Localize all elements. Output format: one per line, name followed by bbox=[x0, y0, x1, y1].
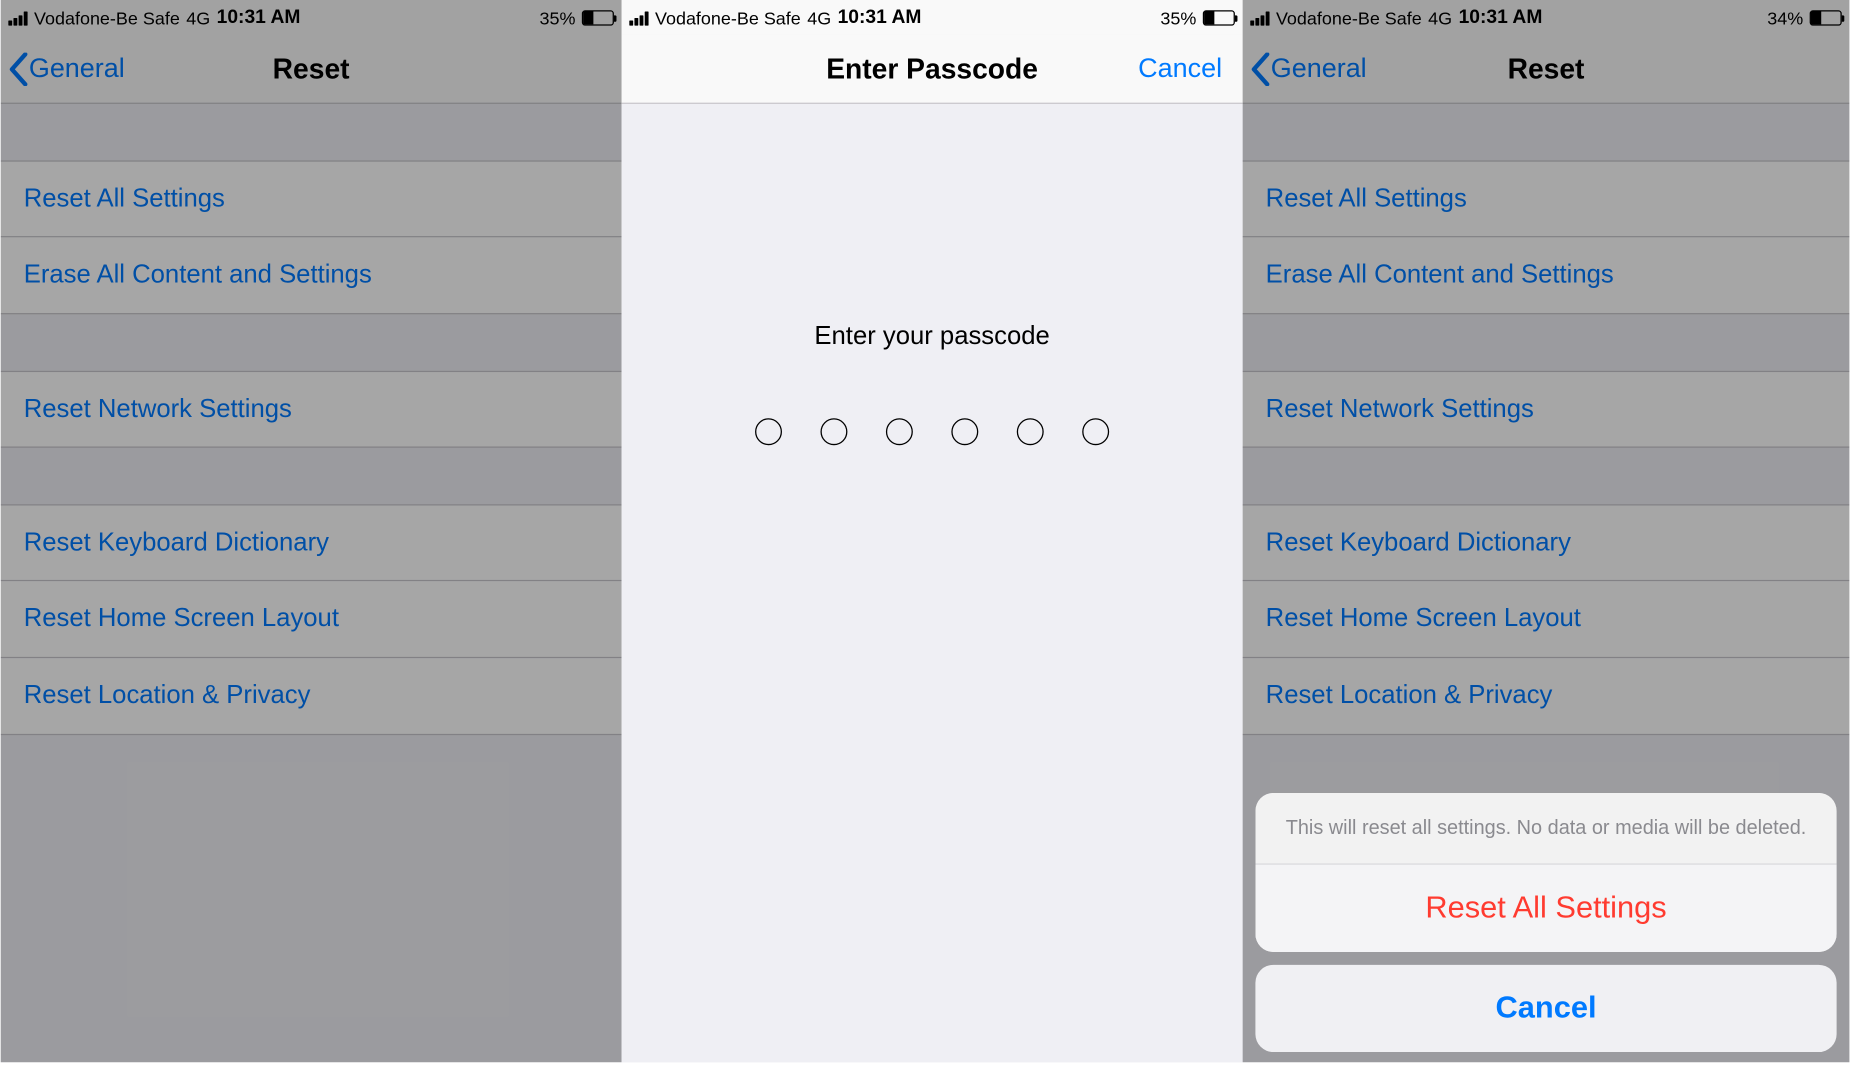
reset-location-row[interactable]: Reset Location & Privacy bbox=[1243, 658, 1850, 735]
network-label: 4G bbox=[807, 7, 831, 28]
clock-label: 10:31 AM bbox=[217, 6, 301, 28]
back-button[interactable]: General bbox=[8, 52, 124, 85]
status-bar: Vodafone-Be Safe 4G 10:31 AM 34% bbox=[1243, 0, 1850, 35]
erase-all-content-row[interactable]: Erase All Content and Settings bbox=[1, 237, 622, 314]
status-bar: Vodafone-Be Safe 4G 10:31 AM 35% bbox=[1, 0, 622, 35]
clock-label: 10:31 AM bbox=[838, 6, 922, 28]
battery-percent: 35% bbox=[539, 7, 575, 28]
reset-all-settings-confirm-button[interactable]: Reset All Settings bbox=[1255, 865, 1836, 952]
battery-percent: 35% bbox=[1160, 7, 1196, 28]
chevron-left-icon bbox=[8, 52, 29, 85]
nav-title: Reset bbox=[273, 52, 350, 85]
passcode-prompt: Enter your passcode bbox=[622, 322, 1243, 352]
nav-title: Enter Passcode bbox=[826, 52, 1038, 85]
battery-icon bbox=[1810, 10, 1842, 25]
clock-label: 10:31 AM bbox=[1459, 6, 1543, 28]
screen-reset-confirm: Vodafone-Be Safe 4G 10:31 AM 34% General… bbox=[1243, 0, 1850, 1062]
back-label: General bbox=[1271, 53, 1367, 84]
nav-bar: Enter Passcode Cancel bbox=[622, 35, 1243, 104]
nav-bar: General Reset bbox=[1, 35, 622, 104]
passcode-dot bbox=[820, 418, 847, 445]
reset-network-row[interactable]: Reset Network Settings bbox=[1, 371, 622, 448]
passcode-dot bbox=[1082, 418, 1109, 445]
passcode-dot bbox=[755, 418, 782, 445]
reset-home-row[interactable]: Reset Home Screen Layout bbox=[1243, 581, 1850, 658]
action-sheet-cancel-button[interactable]: Cancel bbox=[1255, 965, 1836, 1052]
passcode-dot bbox=[951, 418, 978, 445]
battery-icon bbox=[582, 10, 614, 25]
reset-keyboard-row[interactable]: Reset Keyboard Dictionary bbox=[1243, 504, 1850, 581]
battery-percent: 34% bbox=[1767, 7, 1803, 28]
erase-all-content-row[interactable]: Erase All Content and Settings bbox=[1243, 237, 1850, 314]
action-sheet-message: This will reset all settings. No data or… bbox=[1255, 793, 1836, 865]
passcode-area: Enter your passcode bbox=[622, 322, 1243, 1062]
signal-bars-icon bbox=[629, 10, 648, 25]
screen-reset-menu: Vodafone-Be Safe 4G 10:31 AM 35% General… bbox=[1, 0, 622, 1062]
battery-icon bbox=[1203, 10, 1235, 25]
network-label: 4G bbox=[186, 7, 210, 28]
carrier-label: Vodafone-Be Safe bbox=[655, 7, 801, 28]
carrier-label: Vodafone-Be Safe bbox=[34, 7, 180, 28]
passcode-dots[interactable] bbox=[622, 418, 1243, 445]
chevron-left-icon bbox=[1250, 52, 1271, 85]
signal-bars-icon bbox=[8, 10, 27, 25]
nav-bar: General Reset bbox=[1243, 35, 1850, 104]
cancel-button[interactable]: Cancel bbox=[1138, 53, 1222, 84]
passcode-dot bbox=[886, 418, 913, 445]
passcode-dot bbox=[1017, 418, 1044, 445]
screen-enter-passcode: Vodafone-Be Safe 4G 10:31 AM 35% Enter P… bbox=[622, 0, 1243, 1062]
carrier-label: Vodafone-Be Safe bbox=[1276, 7, 1422, 28]
reset-network-row[interactable]: Reset Network Settings bbox=[1243, 371, 1850, 448]
reset-all-settings-row[interactable]: Reset All Settings bbox=[1, 160, 622, 237]
reset-home-row[interactable]: Reset Home Screen Layout bbox=[1, 581, 622, 658]
status-bar: Vodafone-Be Safe 4G 10:31 AM 35% bbox=[622, 0, 1243, 35]
signal-bars-icon bbox=[1250, 10, 1269, 25]
back-button[interactable]: General bbox=[1250, 52, 1366, 85]
action-sheet: This will reset all settings. No data or… bbox=[1255, 793, 1836, 1052]
reset-all-settings-row[interactable]: Reset All Settings bbox=[1243, 160, 1850, 237]
reset-location-row[interactable]: Reset Location & Privacy bbox=[1, 658, 622, 735]
network-label: 4G bbox=[1428, 7, 1452, 28]
reset-keyboard-row[interactable]: Reset Keyboard Dictionary bbox=[1, 504, 622, 581]
nav-title: Reset bbox=[1508, 52, 1585, 85]
back-label: General bbox=[29, 53, 125, 84]
